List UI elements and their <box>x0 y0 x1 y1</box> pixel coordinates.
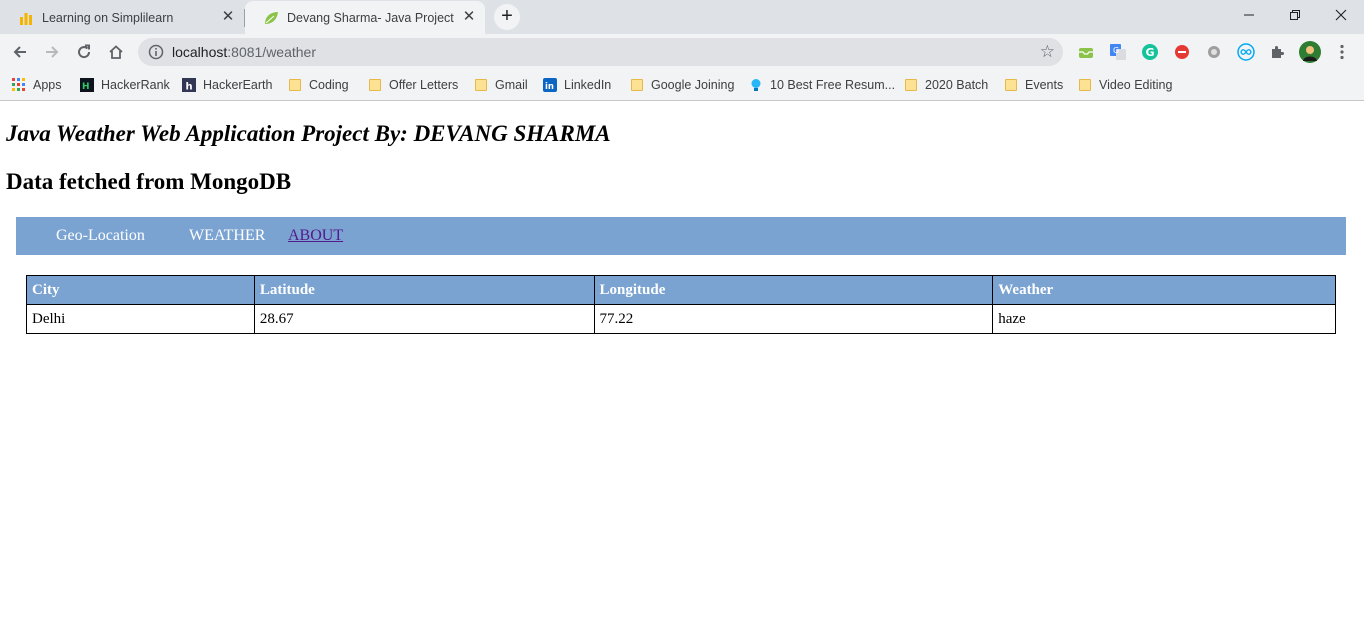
close-tab-icon[interactable]: ✕ <box>220 9 236 25</box>
column-header-longitude: Longitude <box>593 275 994 305</box>
cell-longitude: 77.22 <box>593 304 994 334</box>
google-translate-icon[interactable]: G <box>1108 42 1128 62</box>
hackerrank-icon: H <box>80 78 94 92</box>
bulb-icon <box>749 78 763 92</box>
folder-icon <box>904 78 918 92</box>
bookmark-label: HackerRank <box>101 78 170 92</box>
inbox-extension-icon[interactable] <box>1076 42 1096 62</box>
svg-text:in: in <box>545 82 554 92</box>
folder-icon <box>630 78 644 92</box>
stop-extension-icon[interactable] <box>1172 42 1192 62</box>
home-button[interactable] <box>103 39 129 65</box>
folder-icon <box>368 78 382 92</box>
bookmark-linkedin[interactable]: in LinkedIn <box>543 76 611 94</box>
page-title: Java Weather Web Application Project By:… <box>6 121 611 146</box>
nav-weather[interactable]: WEATHER <box>189 227 265 245</box>
bookmark-coding[interactable]: Coding <box>288 76 349 94</box>
bookmark-label: LinkedIn <box>564 78 612 92</box>
spring-leaf-icon <box>263 10 279 26</box>
bookmark-label: Video Editing <box>1099 78 1173 92</box>
svg-text:G: G <box>1146 46 1155 59</box>
tab-title: Learning on Simplilearn <box>42 10 174 25</box>
table-header-row: City Latitude Longitude Weather <box>26 275 1336 305</box>
cell-city: Delhi <box>26 304 255 334</box>
restore-button[interactable] <box>1272 0 1318 30</box>
new-tab-button[interactable]: + <box>494 4 520 30</box>
bookmark-hackerrank[interactable]: H HackerRank <box>80 76 170 94</box>
minimize-button[interactable] <box>1226 0 1272 30</box>
bookmark-label: Events <box>1025 78 1064 92</box>
tab-devang-sharma[interactable]: Devang Sharma- Java Project ✕ <box>245 1 485 34</box>
bookmarks-bar: Apps H HackerRank h HackerEarth Coding O… <box>0 70 1364 101</box>
bookmark-apps[interactable]: Apps <box>12 76 62 94</box>
page-subtitle: Data fetched from MongoDB <box>6 169 292 194</box>
bookmark-label: Google Joining <box>651 78 735 92</box>
hackerearth-icon: h <box>182 78 196 92</box>
address-bar[interactable]: localhost:8081/weather ☆ <box>138 38 1063 66</box>
bookmark-events[interactable]: Events <box>1004 76 1063 94</box>
forward-button[interactable] <box>39 39 65 65</box>
bookmark-hackerearth[interactable]: h HackerEarth <box>182 76 272 94</box>
cell-weather: haze <box>992 304 1336 334</box>
bookmark-offer-letters[interactable]: Offer Letters <box>368 76 458 94</box>
back-button[interactable] <box>7 39 33 65</box>
grammarly-icon[interactable]: G <box>1140 42 1160 62</box>
bookmark-label: 2020 Batch <box>925 78 989 92</box>
bookmark-label: Apps <box>33 78 62 92</box>
column-header-city: City <box>26 275 255 305</box>
page-content: Java Weather Web Application Project By:… <box>0 101 1364 618</box>
svg-text:G: G <box>1113 46 1119 55</box>
bookmark-2020-batch[interactable]: 2020 Batch <box>904 76 988 94</box>
bookmark-best-free-resume[interactable]: 10 Best Free Resum... <box>749 76 895 94</box>
profile-avatar[interactable] <box>1299 41 1321 63</box>
url-host: localhost <box>172 44 228 60</box>
url-text: localhost:8081/weather <box>172 44 316 60</box>
browser-toolbar: localhost:8081/weather ☆ G G <box>0 34 1364 70</box>
weather-table: City Latitude Longitude Weather Delhi 28… <box>26 275 1336 334</box>
close-window-button[interactable] <box>1318 0 1364 30</box>
reload-button[interactable] <box>71 39 97 65</box>
bookmark-google-joining[interactable]: Google Joining <box>630 76 734 94</box>
svg-text:H: H <box>82 82 90 92</box>
bookmark-label: Coding <box>309 78 349 92</box>
infinity-extension-icon[interactable] <box>1236 42 1256 62</box>
folder-icon <box>288 78 302 92</box>
apps-grid-icon <box>12 78 26 92</box>
bookmark-label: HackerEarth <box>203 78 273 92</box>
more-menu-icon[interactable] <box>1332 42 1352 62</box>
folder-icon <box>474 78 488 92</box>
folder-icon <box>1078 78 1092 92</box>
bookmark-label: Offer Letters <box>389 78 459 92</box>
column-header-latitude: Latitude <box>253 275 595 305</box>
tab-simplilearn[interactable]: Learning on Simplilearn ✕ <box>0 1 244 34</box>
url-path: :8081/weather <box>227 44 316 60</box>
site-info-icon[interactable] <box>148 44 164 60</box>
bookmark-label: Gmail <box>495 78 528 92</box>
extensions-puzzle-icon[interactable] <box>1268 42 1288 62</box>
linkedin-icon: in <box>543 78 557 92</box>
bookmark-label: 10 Best Free Resum... <box>770 78 896 92</box>
site-navbar: Geo-Location WEATHER ABOUT <box>16 217 1346 255</box>
close-tab-icon[interactable]: ✕ <box>461 9 477 25</box>
bookmark-video-editing[interactable]: Video Editing <box>1078 76 1172 94</box>
simplilearn-icon <box>18 10 34 26</box>
tab-strip: Learning on Simplilearn ✕ Devang Sharma-… <box>0 0 1364 34</box>
table-row: Delhi 28.67 77.22 haze <box>26 304 1336 334</box>
column-header-weather: Weather <box>992 275 1336 305</box>
cell-latitude: 28.67 <box>253 304 595 334</box>
svg-text:h: h <box>186 82 193 93</box>
folder-icon <box>1004 78 1018 92</box>
circle-extension-icon[interactable] <box>1204 42 1224 62</box>
nav-geo-location[interactable]: Geo-Location <box>56 227 145 245</box>
tab-title: Devang Sharma- Java Project <box>287 10 454 25</box>
bookmark-star-icon[interactable]: ☆ <box>1040 43 1055 61</box>
nav-about[interactable]: ABOUT <box>288 227 343 245</box>
bookmark-gmail[interactable]: Gmail <box>474 76 528 94</box>
